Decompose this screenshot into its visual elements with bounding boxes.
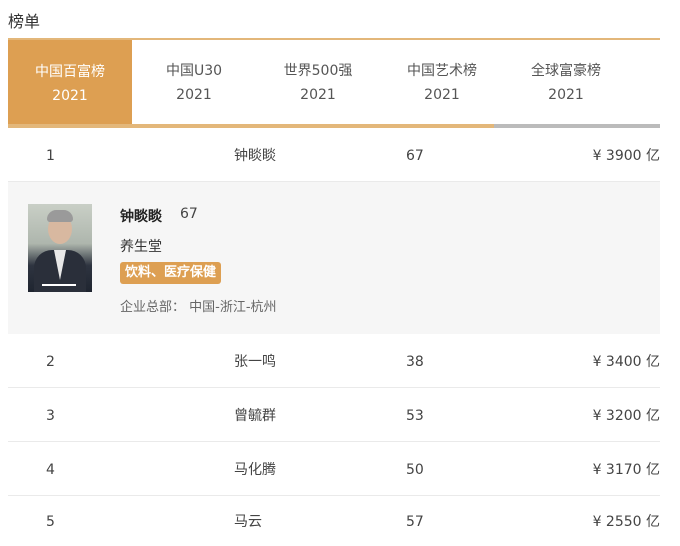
tab-global-rich-list[interactable]: 全球富豪榜 2021	[504, 40, 628, 126]
age-cell: 53	[406, 408, 424, 424]
rank-cell: 3	[46, 408, 55, 424]
age-cell: 67	[406, 148, 424, 164]
wealth-cell: ¥ 3170 亿	[592, 462, 660, 478]
tab-china-art-list[interactable]: 中国艺术榜 2021	[380, 40, 504, 126]
table-row[interactable]: 1 钟睒睒 67 ¥ 3900 亿	[8, 130, 660, 182]
name-cell: 钟睒睒	[234, 148, 276, 164]
table-row[interactable]: 3 曾毓群 53 ¥ 3200 亿	[8, 390, 660, 442]
tab-china-u30[interactable]: 中国U30 2021	[132, 40, 256, 126]
rank-cell: 2	[46, 354, 55, 370]
industry-badge: 饮料、医疗保健	[120, 262, 222, 284]
person-detail-panel: 钟睒睒 67 养生堂 饮料、医疗保健 企业总部： 中国-浙江-杭州	[8, 182, 660, 334]
age-cell: 38	[406, 354, 424, 370]
wealth-cell: ¥ 2550 亿	[592, 514, 660, 530]
tabs-scroll-thumb[interactable]	[8, 124, 494, 128]
list-tabs: 中国百富榜 2021 中国U30 2021 世界500强 2021 中国艺术榜 …	[8, 38, 660, 130]
wealth-cell: ¥ 3400 亿	[592, 354, 660, 370]
rank-cell: 4	[46, 462, 55, 478]
table-row[interactable]: 2 张一鸣 38 ¥ 3400 亿	[8, 336, 660, 388]
section-title: 榜单	[8, 12, 41, 31]
table-row[interactable]: 5 马云 57 ¥ 2550 亿	[8, 496, 660, 546]
rank-cell: 5	[46, 514, 55, 530]
tab-year: 2021	[300, 87, 336, 103]
name-cell: 马化腾	[234, 462, 276, 478]
tab-label: 全球富豪榜	[531, 63, 601, 79]
tab-china-rich-list[interactable]: 中国百富榜 2021	[8, 40, 132, 128]
tab-label: 世界500强	[283, 63, 353, 79]
table-row[interactable]: 4 马化腾 50 ¥ 3170 亿	[8, 444, 660, 496]
detail-company: 养生堂	[120, 239, 162, 255]
tab-global-500[interactable]: 世界500强 2021	[256, 40, 380, 126]
tab-label: 中国U30	[165, 63, 223, 79]
detail-name: 钟睒睒	[120, 209, 162, 225]
wealth-cell: ¥ 3900 亿	[592, 148, 660, 164]
tab-partial[interactable]: 中	[628, 40, 660, 126]
tab-year: 2021	[52, 88, 88, 104]
age-cell: 57	[406, 514, 424, 530]
headquarters-text: 企业总部： 中国-浙江-杭州	[120, 300, 277, 315]
person-photo	[28, 204, 92, 292]
wealth-cell: ¥ 3200 亿	[592, 408, 660, 424]
name-cell: 曾毓群	[234, 408, 276, 424]
name-cell: 马云	[234, 514, 262, 530]
tab-label: 中国艺术榜	[407, 63, 477, 79]
tab-year: 2021	[424, 87, 460, 103]
age-cell: 50	[406, 462, 424, 478]
tab-year: 2021	[548, 87, 584, 103]
rank-cell: 1	[46, 148, 55, 164]
tab-label: 中国百富榜	[35, 64, 105, 80]
name-cell: 张一鸣	[234, 354, 276, 370]
detail-age: 67	[180, 206, 198, 222]
tab-year: 2021	[176, 87, 212, 103]
